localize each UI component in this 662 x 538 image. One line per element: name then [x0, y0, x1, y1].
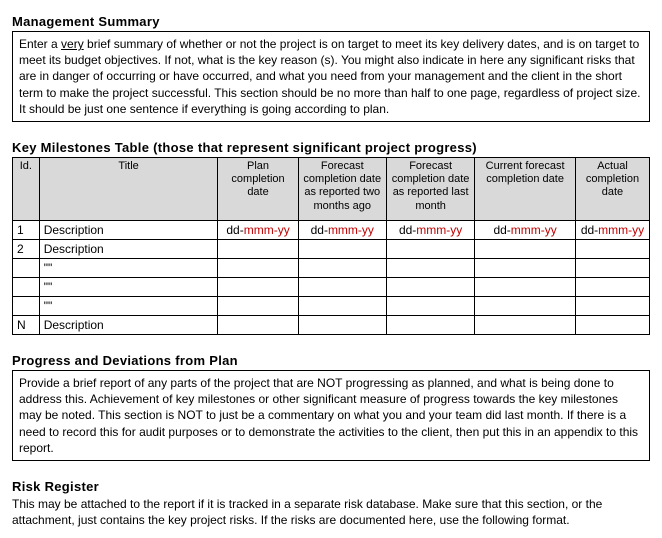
cell-fc2: [298, 277, 386, 296]
cell-actual: [575, 315, 649, 334]
col-fc2: Forecast completion date as reported two…: [298, 157, 386, 220]
cell-title: Description: [39, 239, 218, 258]
cell-title: "": [39, 296, 218, 315]
progress-text: Provide a brief report of any parts of t…: [19, 376, 638, 455]
cell-title: "": [39, 258, 218, 277]
cell-curr: [475, 239, 576, 258]
cell-fc1: [386, 296, 474, 315]
cell-fc1: [386, 315, 474, 334]
table-header-row: Id. Title Plan completion date Forecast …: [13, 157, 650, 220]
cell-title: Description: [39, 220, 218, 239]
cell-id: 1: [13, 220, 40, 239]
cell-id: [13, 296, 40, 315]
table-row: "": [13, 296, 650, 315]
table-row: 2Description: [13, 239, 650, 258]
col-curr: Current forecast completion date: [475, 157, 576, 220]
cell-curr: [475, 258, 576, 277]
cell-plan: dd-mmm-yy: [218, 220, 298, 239]
cell-actual: [575, 296, 649, 315]
cell-title: Description: [39, 315, 218, 334]
cell-fc1: [386, 258, 474, 277]
table-row: 1Descriptiondd-mmm-yydd-mmm-yydd-mmm-yyd…: [13, 220, 650, 239]
cell-curr: [475, 296, 576, 315]
management-summary-box: Enter a very brief summary of whether or…: [12, 31, 650, 122]
col-actual: Actual completion date: [575, 157, 649, 220]
risk-text: This may be attached to the report if it…: [12, 496, 650, 528]
cell-fc1: [386, 277, 474, 296]
progress-box: Provide a brief report of any parts of t…: [12, 370, 650, 461]
cell-fc2: [298, 258, 386, 277]
cell-fc1: [386, 239, 474, 258]
cell-actual: [575, 277, 649, 296]
cell-plan: [218, 315, 298, 334]
cell-id: [13, 258, 40, 277]
progress-heading: Progress and Deviations from Plan: [12, 353, 650, 368]
risk-heading: Risk Register: [12, 479, 650, 494]
cell-plan: [218, 258, 298, 277]
col-id: Id.: [13, 157, 40, 220]
milestones-tbody: 1Descriptiondd-mmm-yydd-mmm-yydd-mmm-yyd…: [13, 220, 650, 334]
management-summary-text-underlined: very: [61, 37, 84, 51]
cell-id: [13, 277, 40, 296]
cell-fc2: [298, 239, 386, 258]
cell-actual: [575, 258, 649, 277]
cell-fc1: dd-mmm-yy: [386, 220, 474, 239]
cell-plan: [218, 277, 298, 296]
col-plan: Plan completion date: [218, 157, 298, 220]
table-row: "": [13, 258, 650, 277]
table-row: "": [13, 277, 650, 296]
cell-id: 2: [13, 239, 40, 258]
cell-plan: [218, 239, 298, 258]
management-summary-text-pre: Enter a: [19, 37, 61, 51]
milestones-heading: Key Milestones Table (those that represe…: [12, 140, 650, 155]
management-summary-text-post: brief summary of whether or not the proj…: [19, 37, 640, 116]
cell-title: "": [39, 277, 218, 296]
cell-plan: [218, 296, 298, 315]
col-fc1: Forecast completion date as reported las…: [386, 157, 474, 220]
management-summary-heading: Management Summary: [12, 14, 650, 29]
cell-fc2: dd-mmm-yy: [298, 220, 386, 239]
col-title: Title: [39, 157, 218, 220]
cell-actual: [575, 239, 649, 258]
milestones-table: Id. Title Plan completion date Forecast …: [12, 157, 650, 335]
cell-fc2: [298, 315, 386, 334]
cell-id: N: [13, 315, 40, 334]
cell-curr: dd-mmm-yy: [475, 220, 576, 239]
table-row: NDescription: [13, 315, 650, 334]
cell-curr: [475, 277, 576, 296]
cell-actual: dd-mmm-yy: [575, 220, 649, 239]
cell-curr: [475, 315, 576, 334]
cell-fc2: [298, 296, 386, 315]
